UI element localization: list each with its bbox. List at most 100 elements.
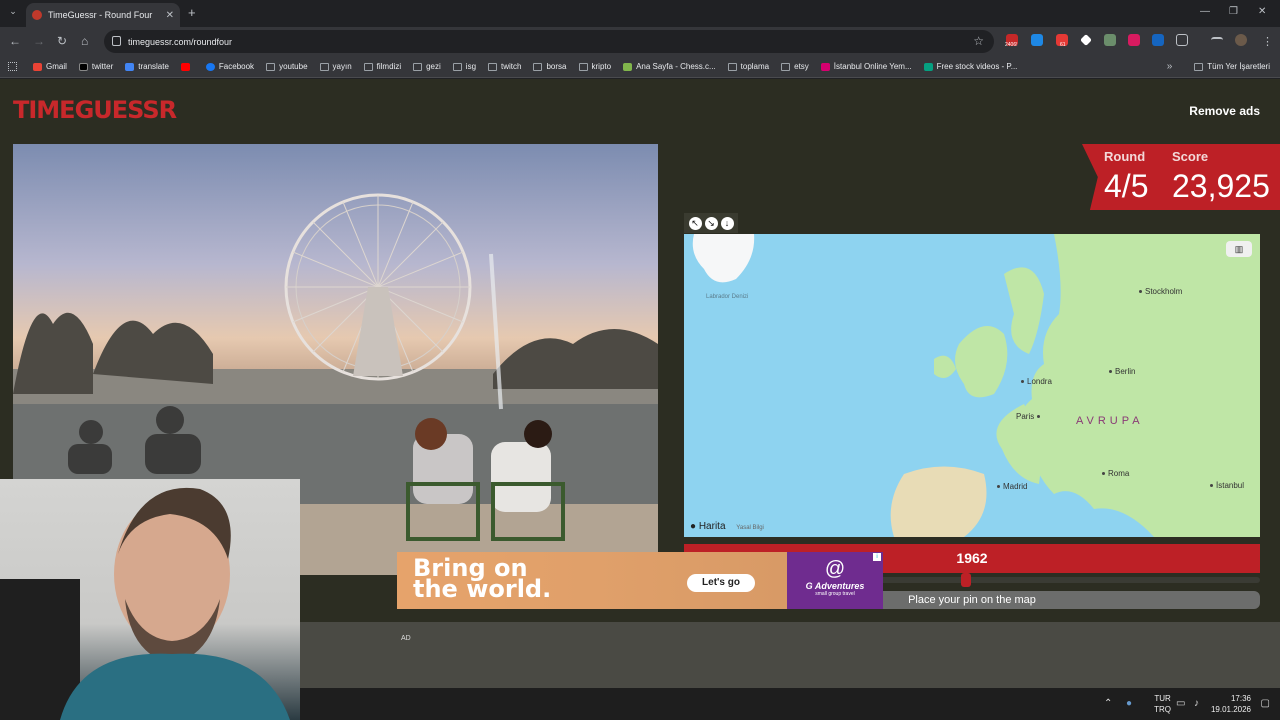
map-layers-icon[interactable]: ▥: [1226, 241, 1252, 257]
speaker-icon[interactable]: ♪: [1194, 698, 1199, 709]
bookmark-translate[interactable]: translate: [125, 62, 169, 71]
sea-label: Labrador Denizi: [706, 294, 749, 300]
tab-close-icon[interactable]: ✕: [166, 10, 174, 21]
map-attribution[interactable]: ● Harita Yasal Bilgi: [690, 521, 764, 532]
taskbar: ⌃ ● TUR TRQ ▭ ♪ 17:36 19.01.2026 ▢: [300, 688, 1280, 720]
map-attribution-label: Harita: [698, 521, 726, 532]
year-slider-thumb[interactable]: [961, 573, 972, 587]
bookmark-label: gezi: [426, 62, 441, 71]
youtube-icon: [180, 62, 190, 71]
folder-icon: [578, 62, 588, 71]
tab-search-icon[interactable]: ⌄: [6, 6, 20, 20]
score-value: 23,925: [1172, 168, 1270, 204]
bookmark-star-icon[interactable]: ☆: [973, 34, 984, 48]
bookmark-folder-filmdizi[interactable]: filmdizi: [363, 62, 402, 71]
folder-icon: [266, 62, 276, 71]
more-bookmarks-icon[interactable]: »: [1167, 61, 1173, 72]
bookmark-folder-kripto[interactable]: kripto: [578, 62, 612, 71]
bookmark-label: Ana Sayfa - Chess.c...: [636, 62, 716, 71]
bookmark-pexels[interactable]: Free stock videos - P...: [923, 62, 1017, 71]
address-bar[interactable]: timeguessr.com/roundfour ☆: [104, 30, 994, 53]
bookmark-gmail[interactable]: Gmail: [33, 62, 67, 71]
city-label: Londra: [1021, 377, 1052, 386]
bookmark-folder-yayin[interactable]: yayın: [319, 62, 352, 71]
folder-icon: [452, 62, 462, 71]
extension-badge: 2406!: [1005, 42, 1018, 48]
bookmark-folder-toplama[interactable]: toplama: [727, 62, 769, 71]
url-text: timeguessr.com/roundfour: [128, 36, 233, 47]
all-bookmarks[interactable]: Tüm Yer İşaretleri: [1194, 62, 1270, 71]
bookmark-folder-etsy[interactable]: etsy: [781, 62, 809, 71]
extensions-puzzle-icon[interactable]: [1176, 34, 1188, 46]
site-logo[interactable]: TIMEGUESSR: [13, 90, 177, 130]
ad-banner[interactable]: Bring on the world. Let's go @ G Adventu…: [397, 552, 883, 609]
bookmark-label: kripto: [591, 62, 612, 71]
tray-overflow-icon[interactable]: ⌃: [1104, 698, 1112, 709]
home-icon[interactable]: ⌂: [81, 34, 88, 48]
tab-title: TimeGuessr - Round Four: [48, 10, 153, 20]
ad-choices-icon[interactable]: i: [873, 553, 881, 561]
map-shrink-icon[interactable]: ↖: [688, 216, 702, 230]
bookmark-youtube-icon[interactable]: [180, 62, 194, 71]
folder-icon: [1194, 62, 1204, 71]
folder-icon: [363, 62, 373, 71]
reading-list-icon[interactable]: [1211, 37, 1223, 45]
ad-brand-tag: small group travel: [815, 591, 855, 597]
menu-icon[interactable]: ⋮: [1262, 35, 1273, 48]
map-tools: ↖ ↘ ↓: [684, 213, 738, 233]
minimize-icon[interactable]: —: [1200, 6, 1210, 17]
ad-label: AD: [401, 635, 411, 642]
remove-ads-link[interactable]: Remove ads: [1189, 104, 1260, 118]
extension-icon[interactable]: [1128, 34, 1140, 46]
city-label: Roma: [1102, 469, 1129, 478]
chess-icon: [623, 62, 633, 71]
legal-link[interactable]: Yasal Bilgi: [736, 525, 764, 531]
bookmark-folder-isg[interactable]: isg: [452, 62, 476, 71]
guess-map[interactable]: ▥ Labrador Denizi Stockholm Londra Berli…: [684, 234, 1260, 537]
extension-icon[interactable]: [1104, 34, 1116, 46]
back-icon[interactable]: ←: [9, 34, 21, 48]
profile-avatar[interactable]: [1235, 34, 1247, 46]
bookmark-folder-gezi[interactable]: gezi: [413, 62, 441, 71]
new-tab-icon[interactable]: +: [188, 5, 196, 20]
apps-icon[interactable]: [8, 62, 17, 71]
translate-extension-icon[interactable]: [1031, 34, 1043, 46]
region-label: AVRUPA: [1076, 415, 1144, 427]
x-icon: [78, 62, 88, 71]
browser-tab[interactable]: TimeGuessr - Round Four ✕: [26, 3, 180, 27]
network-icon[interactable]: ▭: [1176, 698, 1185, 709]
bookmark-label: filmdizi: [376, 62, 402, 71]
ad-cta-button[interactable]: Let's go: [687, 574, 755, 592]
input-language[interactable]: TUR TRQ: [1154, 693, 1171, 715]
bookmark-label: Facebook: [218, 62, 255, 71]
bookmark-facebook[interactable]: Facebook: [205, 62, 255, 71]
map-pin-icon[interactable]: ↓: [720, 216, 734, 230]
reload-icon[interactable]: ↻: [57, 34, 67, 48]
bookmark-label: etsy: [794, 62, 809, 71]
ad-brand-name: G Adventures: [805, 581, 865, 591]
map-land: [692, 234, 1260, 537]
round-label: Round: [1104, 149, 1146, 164]
folder-icon: [781, 62, 791, 71]
webcam-person: [0, 487, 290, 720]
notifications-icon[interactable]: ▢: [1261, 698, 1270, 709]
city-label: Paris: [1016, 412, 1043, 421]
site-info-icon[interactable]: [112, 36, 121, 46]
extension-icon[interactable]: [1152, 34, 1164, 46]
bookmark-chess[interactable]: Ana Sayfa - Chess.c...: [623, 62, 716, 71]
forward-icon[interactable]: →: [33, 34, 45, 48]
bookmark-folder-borsa[interactable]: borsa: [533, 62, 567, 71]
bookmark-yemeksepeti[interactable]: İstanbul Online Yem...: [820, 62, 912, 71]
bookmark-twitter[interactable]: twitter: [78, 62, 113, 71]
map-expand-icon[interactable]: ↘: [704, 216, 718, 230]
restore-icon[interactable]: ❐: [1229, 6, 1238, 17]
ad-brand: @ G Adventures small group travel: [787, 552, 883, 609]
bookmark-folder-youtube[interactable]: youtube: [266, 62, 308, 71]
bookmark-label: Gmail: [46, 62, 67, 71]
folder-icon: [413, 62, 423, 71]
microphone-icon[interactable]: ●: [1126, 698, 1132, 709]
apple-icon: ●: [690, 521, 697, 532]
window-close-icon[interactable]: ✕: [1258, 6, 1266, 17]
system-clock[interactable]: 17:36 19.01.2026: [1211, 693, 1251, 715]
bookmark-folder-twitch[interactable]: twitch: [488, 62, 521, 71]
